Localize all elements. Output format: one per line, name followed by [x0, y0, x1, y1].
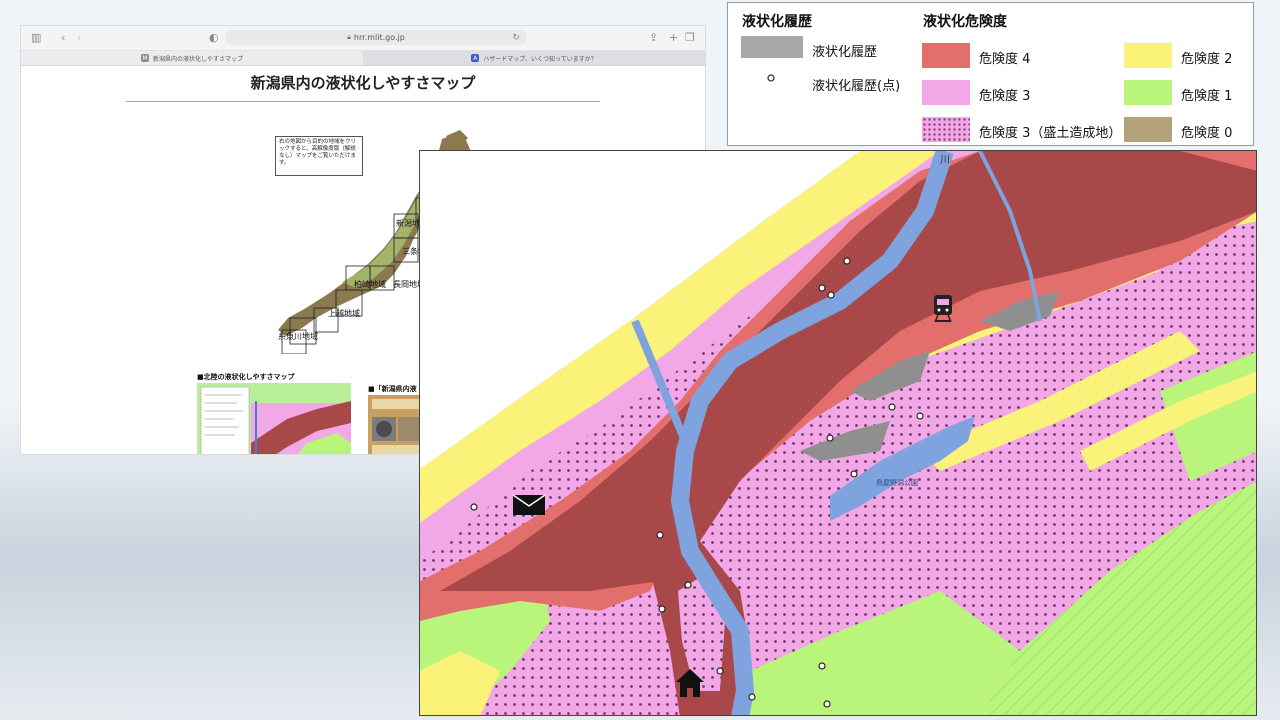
- risk4-label: 危険度 4: [979, 52, 1031, 67]
- history-swatch: [741, 36, 803, 58]
- risk4-swatch: [922, 43, 970, 68]
- reload-icon[interactable]: ↻: [512, 33, 520, 43]
- tab-liquefaction-map[interactable]: M 新潟県内の液状化しやすさマップ: [21, 51, 363, 65]
- title-divider: [126, 101, 600, 102]
- address-bar[interactable]: 🔒︎ hrr.mlit.go.jp ↻: [226, 30, 526, 45]
- tab-favicon: A: [471, 54, 480, 62]
- lock-icon: 🔒︎: [347, 33, 351, 41]
- risk2-swatch: [1124, 43, 1172, 68]
- region-itoigawa[interactable]: 糸魚川地域: [278, 331, 318, 341]
- tab-label: 新潟県内の液状化しやすさマップ: [153, 55, 243, 63]
- risk3-label: 危険度 3: [979, 89, 1031, 104]
- risk3-fill-swatch: [922, 117, 970, 142]
- river-name-label: 川: [940, 155, 950, 166]
- risk2-label: 危険度 2: [1181, 52, 1233, 67]
- history-label: 液状化履歴: [812, 45, 878, 60]
- hokuriku-map-thumbnail[interactable]: [197, 383, 351, 454]
- forward-icon[interactable]: ›: [77, 31, 81, 45]
- risk-title: 液状化危険度: [923, 14, 1007, 30]
- tab-label: ハザードマップ、いくつ知っていますか？: [483, 55, 597, 63]
- tab-hazard-map[interactable]: A ハザードマップ、いくつ知っていますか？: [363, 51, 705, 65]
- park-label: 鳥屋野潟公園: [876, 478, 918, 487]
- mail-icon: [512, 494, 546, 515]
- tab-overview-icon[interactable]: ❐: [685, 31, 695, 45]
- history-point-label: 液状化履歴(点): [812, 79, 901, 94]
- risk3-fill-label: 危険度 3（盛土造成地）: [979, 126, 1122, 141]
- browser-toolbar: ▥ ‹ › ◐ 🔒︎ hrr.mlit.go.jp ↻ ⇪ + ❐: [21, 26, 705, 51]
- share-icon[interactable]: ⇪: [649, 31, 658, 45]
- sidebar-toggle-icon[interactable]: ▥: [31, 31, 41, 45]
- liquefaction-map[interactable]: 川 鳥屋野潟公園: [419, 150, 1257, 716]
- map-canvas: 川 鳥屋野潟公園: [420, 151, 1256, 715]
- risk1-swatch: [1124, 80, 1172, 105]
- thumb-title-hokuriku: ■北陸の液状化しやすさマップ: [197, 373, 295, 381]
- tab-bar: M 新潟県内の液状化しやすさマップ A ハザードマップ、いくつ知っていますか？: [21, 51, 705, 66]
- risk1-label: 危険度 1: [1181, 89, 1233, 104]
- risk0-swatch: [1124, 117, 1172, 142]
- map-legend: 液状化履歴 液状化履歴 液状化履歴(点) 液状化危険度 危険度 4 危険度 3 …: [727, 2, 1254, 146]
- instruction-text: 右の地図から目的の地域をクリックすると、高解像度版（解説なし）マップをご覧いただ…: [275, 136, 363, 176]
- thumbnail-preview: [200, 386, 351, 454]
- region-kashiwazaki[interactable]: 柏崎地域: [354, 279, 386, 289]
- page-title: 新潟県内の液状化しやすさマップ: [250, 74, 476, 92]
- back-icon[interactable]: ‹: [61, 31, 65, 45]
- tab-favicon: M: [141, 54, 150, 62]
- history-title: 液状化履歴: [742, 14, 812, 30]
- risk3-swatch: [922, 80, 970, 105]
- new-tab-icon[interactable]: +: [669, 31, 678, 45]
- thumb-title-niigata: ■「新潟県内液: [368, 385, 417, 393]
- risk0-label: 危険度 0: [1181, 126, 1233, 141]
- region-joetsu[interactable]: 上越地域: [328, 308, 360, 318]
- circle-marker-icon: [767, 74, 775, 82]
- privacy-shield-icon[interactable]: ◐: [209, 31, 219, 45]
- address-text: hrr.mlit.go.jp: [353, 33, 405, 42]
